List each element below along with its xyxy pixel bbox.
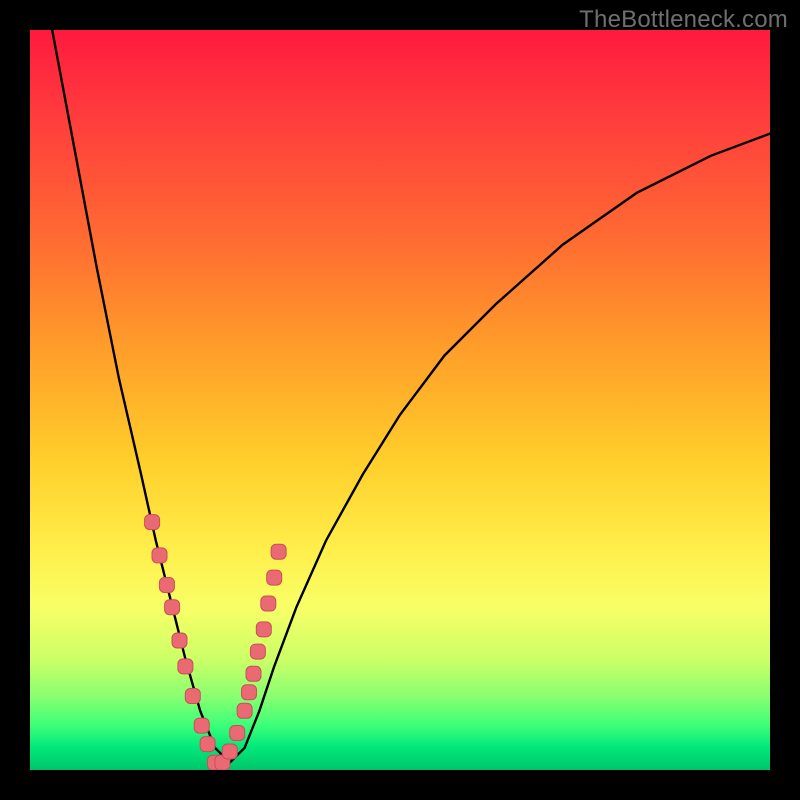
marker-point	[271, 544, 286, 559]
marker-point	[165, 600, 180, 615]
chart-frame: TheBottleneck.com	[0, 0, 800, 800]
marker-point	[172, 633, 187, 648]
bottleneck-curve	[52, 30, 770, 763]
marker-point	[237, 703, 252, 718]
plot-area	[30, 30, 770, 770]
marker-point	[246, 666, 261, 681]
watermark-text: TheBottleneck.com	[579, 6, 788, 34]
marker-point	[230, 726, 245, 741]
marker-group	[145, 515, 287, 770]
marker-point	[222, 744, 237, 759]
marker-point	[261, 596, 276, 611]
marker-point	[178, 659, 193, 674]
chart-svg	[30, 30, 770, 770]
marker-point	[152, 548, 167, 563]
marker-point	[200, 737, 215, 752]
marker-point	[185, 689, 200, 704]
marker-point	[256, 622, 271, 637]
marker-point	[159, 578, 174, 593]
marker-point	[145, 515, 160, 530]
marker-point	[194, 718, 209, 733]
marker-point	[242, 685, 257, 700]
marker-point	[250, 644, 265, 659]
marker-point	[267, 570, 282, 585]
